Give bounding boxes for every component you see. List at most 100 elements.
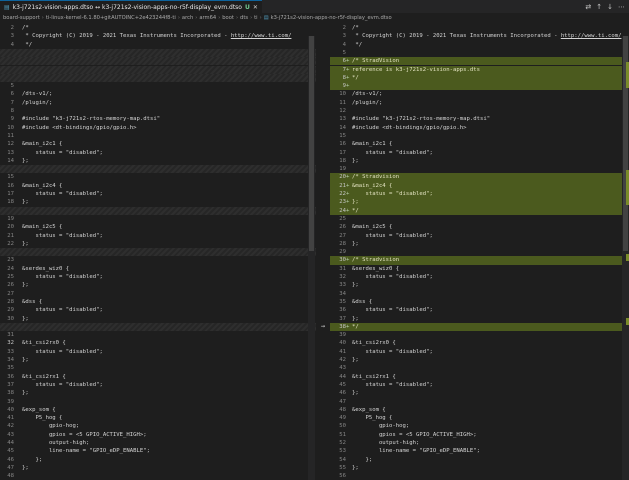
code-line[interactable]: 31	[0, 331, 316, 339]
code-line[interactable]: 4 */	[0, 41, 316, 49]
code-line[interactable]: 20 +/* Stradvision	[330, 173, 629, 182]
code-line[interactable]: 9 +	[330, 82, 629, 91]
code-line[interactable]: 18};	[330, 157, 629, 165]
code-line[interactable]: 53 line-name = "GPIO_eDP_ENABLE";	[330, 447, 629, 455]
code-line[interactable]: 17 status = "disabled";	[330, 149, 629, 157]
code-line[interactable]: 44 &ti_csi2rx1 {	[330, 373, 629, 381]
modified-pane[interactable]: 2/* 3 * Copyright (C) 2019 - 2021 Texas I…	[330, 23, 629, 480]
code-line[interactable]: 46};	[330, 389, 629, 397]
code-line[interactable]: 2 /*	[0, 24, 316, 32]
code-line[interactable]: 42};	[330, 356, 629, 364]
arrow-down-icon[interactable]: ↓	[607, 3, 613, 11]
original-pane[interactable]: 2/* 3 * Copyright (C) 2019 - 2021 Texas I…	[0, 23, 316, 480]
code-line[interactable]: 44 output-high;	[0, 439, 316, 447]
code-line[interactable]: 30 +/* Stradvision	[330, 256, 629, 265]
code-line[interactable]: 11/plugin/;	[330, 99, 629, 107]
code-line[interactable]: 30};	[0, 315, 316, 323]
code-line[interactable]: 42 gpio-hog;	[0, 422, 316, 430]
code-line[interactable]: 26};	[0, 281, 316, 289]
code-line[interactable]: 34	[330, 290, 629, 298]
code-line[interactable]: 12 &main_i2c1 {	[0, 140, 316, 148]
arrow-right-icon[interactable]: →	[318, 322, 328, 330]
code-line[interactable]: 45 status = "disabled";	[330, 381, 629, 389]
url-link[interactable]: http://www.ti.com/	[231, 33, 292, 39]
code-line[interactable]: 25 status = "disabled";	[0, 273, 316, 281]
code-line[interactable]: 50 gpio-hog;	[330, 422, 629, 430]
code-line[interactable]: 3 * Copyright (C) 2019 - 2021 Texas Inst…	[0, 32, 316, 40]
arrow-up-icon[interactable]: ↑	[596, 3, 602, 11]
code-line[interactable]: 26 &main_i2c5 {	[330, 223, 629, 231]
code-line[interactable]: 25	[330, 215, 629, 223]
code-line[interactable]: 35	[0, 364, 316, 372]
code-line[interactable]: 40 &exp_som {	[0, 406, 316, 414]
breadcrumb-item[interactable]: arm64	[199, 15, 216, 21]
code-line[interactable]: 14};	[0, 157, 316, 165]
code-line[interactable]: 4 */	[330, 41, 629, 49]
breadcrumb-item[interactable]: ti	[254, 15, 257, 21]
code-line[interactable]: 24 &serdes_wiz0 {	[0, 265, 316, 273]
breadcrumb-item[interactable]: boot	[222, 15, 234, 21]
code-line[interactable]: 31 &serdes_wiz0 {	[330, 265, 629, 273]
code-line[interactable]: 22};	[0, 240, 316, 248]
code-line[interactable]: 38 + */	[330, 322, 629, 332]
code-line[interactable]: 28};	[330, 240, 629, 248]
code-line[interactable]: 37};	[330, 315, 629, 323]
code-line[interactable]: 55};	[330, 464, 629, 472]
code-line[interactable]: 34};	[0, 356, 316, 364]
code-line[interactable]: 33};	[330, 281, 629, 289]
code-line[interactable]: 5	[330, 49, 629, 57]
code-line[interactable]: 22 + status = "disabled";	[330, 190, 629, 199]
code-line[interactable]: 6/dts-v1/;	[0, 90, 316, 98]
code-line[interactable]: 10/dts-v1/;	[330, 90, 629, 98]
code-line[interactable]: 13 status = "disabled";	[0, 149, 316, 157]
code-line[interactable]: 12	[330, 107, 629, 115]
code-line[interactable]: 29 status = "disabled";	[0, 306, 316, 314]
breadcrumb-item[interactable]: k3-j721s2-vision-apps-no-r5f-display_evm…	[271, 15, 392, 21]
code-line[interactable]: 32 status = "disabled";	[330, 273, 629, 281]
code-line[interactable]: 36 &ti_csi2rx1 {	[0, 373, 316, 381]
code-line[interactable]: 36 status = "disabled";	[330, 306, 629, 314]
code-line[interactable]: 13 #include "k3-j721s2-rtos-memory-map.dt…	[330, 115, 629, 123]
code-line[interactable]: 3 * Copyright (C) 2019 - 2021 Texas Inst…	[330, 32, 629, 40]
code-line[interactable]: 5	[0, 82, 316, 90]
code-line[interactable]: 21 + &main_i2c4 {	[330, 181, 629, 190]
code-line[interactable]: 16 &main_i2c1 {	[330, 140, 629, 148]
code-line[interactable]: 6 +/* StradVision	[330, 57, 629, 66]
code-line[interactable]: 17 status = "disabled";	[0, 190, 316, 198]
code-line[interactable]: 27	[0, 290, 316, 298]
code-line[interactable]: 14 #include <dt-bindings/gpio/gpio.h>	[330, 124, 629, 132]
code-line[interactable]: 19	[330, 165, 629, 173]
code-line[interactable]: 18};	[0, 198, 316, 206]
code-line[interactable]: 21 status = "disabled";	[0, 232, 316, 240]
code-line[interactable]: 47};	[0, 464, 316, 472]
code-line[interactable]: 8 + */	[330, 73, 629, 83]
code-line[interactable]: 23	[0, 256, 316, 264]
code-line[interactable]: 43 gpios = <5 GPIO_ACTIVE_HIGH>;	[0, 431, 316, 439]
code-line[interactable]: 46 };	[0, 456, 316, 464]
code-line[interactable]: 9 #include "k3-j721s2-rtos-memory-map.dts…	[0, 115, 316, 123]
code-line[interactable]: 7/plugin/;	[0, 99, 316, 107]
code-line[interactable]: 7 + reference is k3-j721s2-vision-apps.dts	[330, 65, 629, 74]
breadcrumb-item[interactable]: board-support	[3, 15, 40, 21]
more-icon[interactable]: ⋯	[618, 3, 625, 11]
code-line[interactable]: 38};	[0, 389, 316, 397]
code-line[interactable]: 41 P5_hog {	[0, 414, 316, 422]
code-line[interactable]: 39	[330, 331, 629, 339]
code-line[interactable]: 29	[330, 248, 629, 256]
close-icon[interactable]: ✕	[253, 4, 258, 11]
breadcrumb-item[interactable]: dts	[240, 15, 248, 21]
code-line[interactable]: 11	[0, 132, 316, 140]
code-line[interactable]: 49 P5_hog {	[330, 414, 629, 422]
code-line[interactable]: 48 &exp_som {	[330, 406, 629, 414]
code-line[interactable]: 56	[330, 472, 629, 480]
code-line[interactable]: 19	[0, 215, 316, 223]
code-line[interactable]: 15	[330, 132, 629, 140]
code-line[interactable]: 24 + */	[330, 206, 629, 215]
code-line[interactable]: 52 output-high;	[330, 439, 629, 447]
source-control-icon[interactable]: ⇄	[585, 3, 591, 11]
code-line[interactable]: 47	[330, 398, 629, 406]
code-line[interactable]: 41 status = "disabled";	[330, 348, 629, 356]
editor-tab[interactable]: ▤ k3-j721s2-vision-apps.dtso ↔ k3-j721s2…	[0, 0, 262, 13]
code-line[interactable]: 23 +};	[330, 198, 629, 207]
code-line[interactable]: 28 &dss {	[0, 298, 316, 306]
